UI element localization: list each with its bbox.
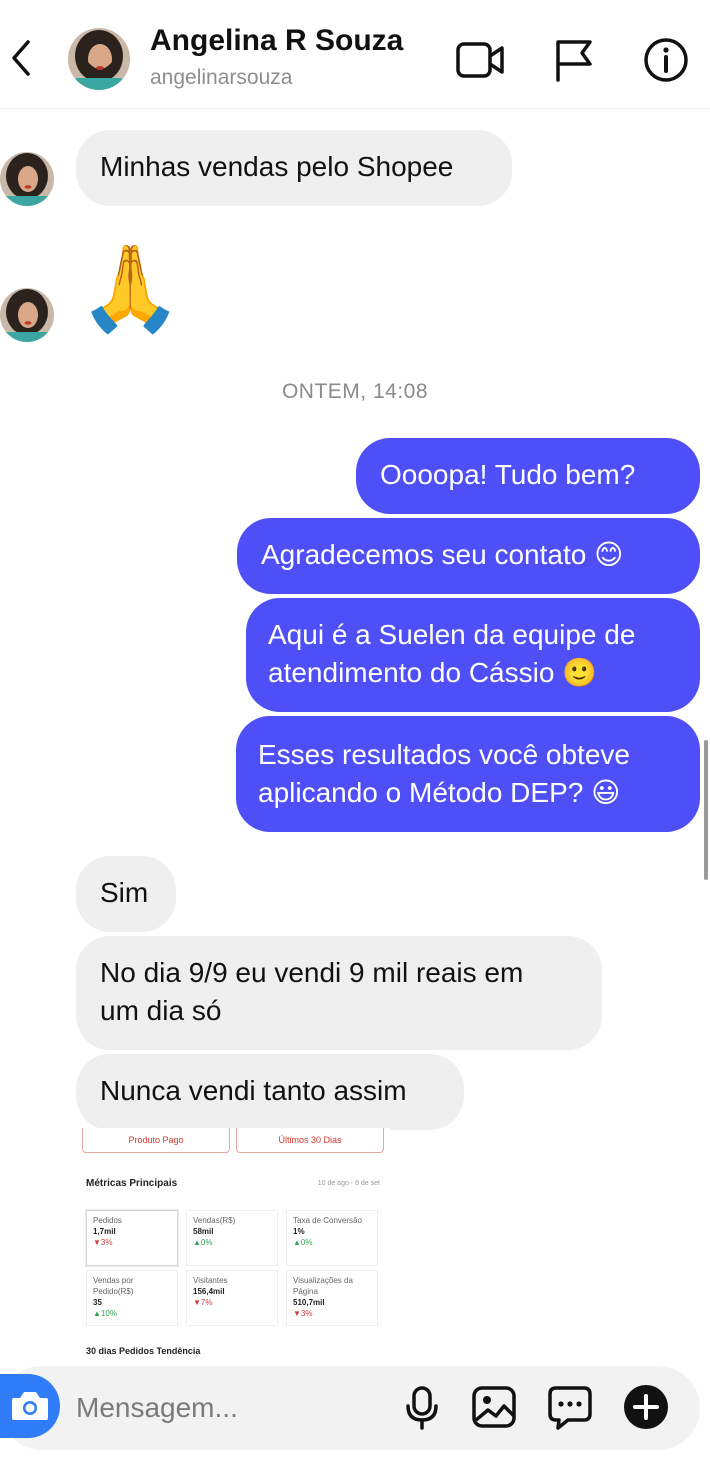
metric-change: ▲10% — [93, 1309, 117, 1318]
metric-cell: Taxa de Conversão 1% ▲0% — [286, 1210, 378, 1266]
metric-label: Visualizações da Página — [293, 1276, 353, 1296]
message-bubble-incoming[interactable]: Minhas vendas pelo Shopee — [76, 130, 512, 206]
sticker-button[interactable] — [546, 1382, 594, 1432]
message-text-line-1: Esses resultados você obteve — [258, 739, 630, 770]
message-text: Minhas vendas pelo Shopee — [100, 151, 454, 182]
video-camera-icon — [456, 42, 504, 78]
filter-select-left: Produto Pago — [82, 1128, 230, 1153]
image-icon — [472, 1386, 516, 1428]
metric-change: ▼3% — [93, 1238, 113, 1247]
plus-icon — [624, 1385, 668, 1429]
metric-change: ▲0% — [293, 1238, 313, 1247]
metric-label: Pedidos — [93, 1216, 122, 1225]
report-button[interactable] — [548, 34, 600, 86]
flag-icon — [556, 40, 592, 82]
shared-image-message[interactable]: Produto Pago Últimos 30 Dias Métricas Pr… — [76, 1128, 390, 1364]
message-bubble-incoming[interactable]: Nunca vendi tanto assim — [76, 1054, 464, 1130]
message-text-line-1: Aqui é a Suelen da equipe de — [268, 619, 636, 650]
sender-avatar[interactable] — [0, 152, 54, 206]
message-bubble-outgoing[interactable]: Oooopa! Tudo bem? — [356, 438, 700, 514]
metric-change: ▼7% — [193, 1298, 213, 1307]
metric-cell: Vendas(R$) 58mil ▲0% — [186, 1210, 278, 1266]
gallery-button[interactable] — [470, 1382, 518, 1432]
metric-value: 1,7mil — [93, 1227, 116, 1236]
message-text: Oooopa! Tudo bem? — [380, 459, 636, 490]
metric-label: Visitantes — [193, 1276, 228, 1285]
metric-cell: Pedidos 1,7mil ▼3% — [86, 1210, 178, 1266]
metric-label: Taxa de Conversão — [293, 1216, 362, 1225]
profile-photo — [0, 152, 54, 206]
emoji-message[interactable]: 🙏 — [78, 236, 183, 340]
profile-photo — [0, 288, 54, 342]
metric-value: 510,7mil — [293, 1298, 325, 1307]
metrics-date-range: 10 de ago - 8 de set — [317, 1180, 380, 1187]
message-text-line-1: No dia 9/9 eu vendi 9 mil reais em — [100, 957, 524, 988]
metric-label: Vendas por Pedido(R$) — [93, 1276, 134, 1296]
metrics-title: Métricas Principais — [86, 1178, 178, 1189]
chat-bubble-icon — [548, 1386, 592, 1430]
voice-message-button[interactable] — [398, 1382, 446, 1432]
metric-value: 58mil — [193, 1227, 214, 1236]
info-icon — [644, 38, 688, 82]
metric-value: 1% — [293, 1227, 305, 1236]
filter-select-right: Últimos 30 Dias — [236, 1128, 384, 1153]
sender-avatar[interactable] — [0, 288, 54, 342]
camera-icon — [12, 1392, 48, 1420]
message-bubble-outgoing[interactable]: Agradecemos seu contato 😊 — [237, 518, 700, 594]
message-text: Sim — [100, 877, 149, 908]
metric-value: 35 — [93, 1298, 102, 1307]
message-text-line-2: aplicando o Método DEP? 😃 — [258, 777, 621, 808]
more-options-button[interactable] — [622, 1382, 670, 1432]
back-button[interactable] — [6, 36, 40, 80]
metric-change: ▲0% — [193, 1238, 213, 1247]
message-text: Agradecemos seu contato 😊 — [261, 539, 624, 570]
trend-title: 30 dias Pedidos Tendência — [86, 1346, 201, 1356]
timestamp: ONTEM, 14:08 — [281, 380, 429, 403]
metric-cell: Visualizações da Página 510,7mil ▼3% — [286, 1270, 378, 1326]
shopee-metrics-screenshot: Produto Pago Últimos 30 Dias Métricas Pr… — [76, 1128, 390, 1364]
contact-username: angelinarsouza — [150, 66, 293, 89]
message-input[interactable] — [76, 1386, 376, 1430]
chevron-left-icon — [12, 40, 30, 76]
message-bubble-outgoing[interactable]: Esses resultados você obteve aplicando o… — [236, 716, 700, 832]
message-bubble-incoming[interactable]: Sim — [76, 856, 176, 932]
header-avatar[interactable] — [68, 28, 130, 90]
microphone-icon — [406, 1386, 438, 1430]
metric-cell: Vendas por Pedido(R$) 35 ▲10% — [86, 1270, 178, 1326]
contact-name[interactable]: Angelina R Souza — [150, 24, 403, 58]
metric-value: 156,4mil — [193, 1287, 225, 1296]
metric-cell: Visitantes 156,4mil ▼7% — [186, 1270, 278, 1326]
message-text-line-2: atendimento do Cássio 🙂 — [268, 657, 598, 688]
info-button[interactable] — [640, 34, 692, 86]
camera-button[interactable] — [0, 1374, 60, 1438]
message-bubble-outgoing[interactable]: Aqui é a Suelen da equipe de atendimento… — [246, 598, 700, 712]
metric-label: Vendas(R$) — [193, 1216, 236, 1225]
metric-change: ▼3% — [293, 1309, 313, 1318]
scrollbar[interactable] — [704, 740, 708, 880]
message-text: Nunca vendi tanto assim — [100, 1075, 407, 1106]
video-call-button[interactable] — [454, 34, 506, 86]
message-text-line-2: um dia só — [100, 995, 222, 1026]
message-bubble-incoming[interactable]: No dia 9/9 eu vendi 9 mil reais em um di… — [76, 936, 602, 1050]
profile-photo — [68, 28, 130, 90]
